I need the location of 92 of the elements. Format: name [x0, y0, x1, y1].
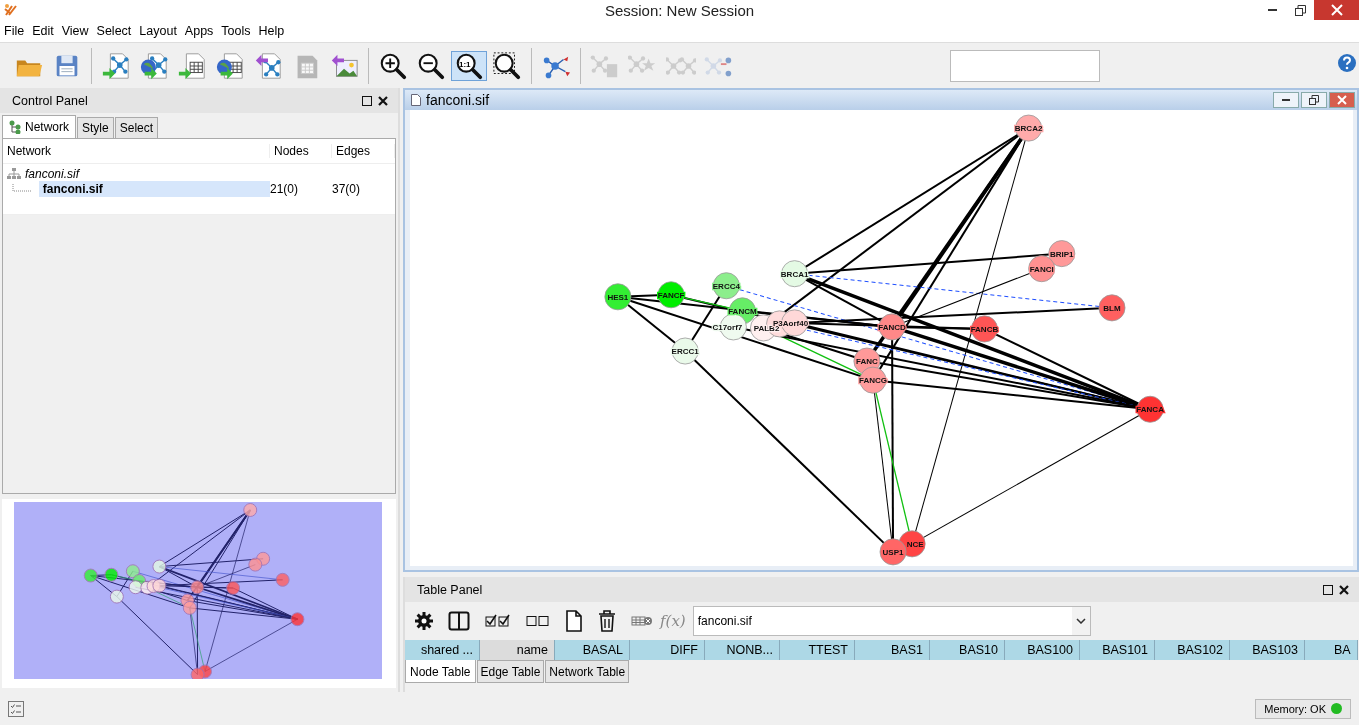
minimize-icon	[1282, 99, 1290, 101]
network-overview-drawing[interactable]	[14, 502, 382, 679]
network-dropdown[interactable]: fanconi.sif	[692, 606, 1091, 636]
column-header[interactable]: Nodes	[270, 144, 332, 158]
column-header[interactable]: name	[480, 640, 555, 660]
app-icon	[4, 3, 18, 17]
maximize-icon[interactable]	[1323, 584, 1333, 595]
panel-tab[interactable]: Network	[2, 115, 76, 138]
node-label: FANCG	[858, 376, 887, 386]
column-header[interactable]: BAS103	[1230, 640, 1305, 660]
node-label: ERCC1	[671, 347, 699, 357]
menu-item[interactable]: View	[57, 24, 93, 38]
node-label: NCE	[906, 539, 924, 549]
edge-count: 37(0)	[332, 182, 361, 196]
node-label: FANCI	[1029, 264, 1054, 274]
search-field[interactable]	[950, 49, 1100, 82]
column-header[interactable]: Edges	[332, 144, 395, 158]
panel-tab[interactable]: Style	[77, 117, 114, 138]
split-panel-icon[interactable]	[448, 611, 470, 631]
column-header[interactable]: DIFF	[630, 640, 705, 660]
menu-item[interactable]: Help	[254, 24, 289, 38]
column-header[interactable]: BAS100	[1005, 640, 1080, 660]
node-label: BRCA2	[1014, 124, 1043, 134]
column-header[interactable]: BAS102	[1155, 640, 1230, 660]
close-icon[interactable]	[1339, 584, 1349, 595]
memory-status-button[interactable]: Memory: OK	[1255, 698, 1351, 719]
restore-icon	[1294, 4, 1306, 16]
help-icon[interactable]	[1337, 53, 1357, 73]
network-window-title: fanconi.sif	[426, 92, 490, 108]
checklist-icon[interactable]	[8, 700, 24, 717]
column-header[interactable]: Network	[3, 144, 270, 158]
globe-table-icon[interactable]	[215, 50, 245, 81]
restore-button[interactable]	[1301, 92, 1327, 108]
table-tab[interactable]: Edge Table	[476, 660, 545, 683]
network-tree-icon	[9, 120, 21, 134]
network-export-icon[interactable]	[253, 50, 283, 81]
menu-item[interactable]: Tools	[217, 24, 255, 38]
node-label: BLM	[1103, 303, 1121, 313]
chevron-down-icon	[1075, 618, 1086, 624]
menu-item[interactable]: File	[0, 24, 29, 38]
node-label: HES1	[607, 292, 629, 302]
menu-item[interactable]: Layout	[135, 24, 181, 38]
panel-title: Control Panel	[12, 93, 88, 108]
menu-item[interactable]: Select	[92, 24, 136, 38]
zoom-fit-icon[interactable]	[492, 50, 522, 81]
close-icon	[1337, 95, 1347, 105]
collection-name[interactable]: fanconi.sif	[25, 167, 80, 181]
panel-tab[interactable]: Select	[114, 117, 159, 138]
network-item[interactable]: fanconi.sif	[38, 181, 270, 197]
menu-item[interactable]: Edit	[28, 24, 58, 38]
column-header[interactable]: shared ...	[405, 640, 480, 660]
network-collection-icon	[7, 168, 21, 180]
node-label: FANC	[856, 357, 878, 367]
node-label: ERCC4	[712, 281, 740, 291]
table-import-icon[interactable]	[177, 50, 207, 81]
node-label: BRCA1	[780, 269, 809, 279]
node-label: FANCF	[657, 290, 685, 300]
check-all-icon[interactable]	[485, 614, 511, 628]
window-title: Session: New Session	[604, 1, 755, 19]
table-tab[interactable]: Node Table	[405, 660, 476, 683]
minimize-button[interactable]	[1273, 92, 1299, 108]
network-import-icon[interactable]	[101, 50, 131, 81]
column-header[interactable]: TTEST	[780, 640, 855, 660]
column-header[interactable]: BAS10	[930, 640, 1005, 660]
node-label: BRIP1	[1049, 249, 1074, 259]
node-label: C17orf7	[712, 322, 743, 332]
maximize-icon[interactable]	[362, 95, 372, 106]
column-header[interactable]: BAS1	[855, 640, 930, 660]
table-delete-icon[interactable]	[631, 615, 653, 627]
column-header[interactable]: NONB...	[705, 640, 780, 660]
close-icon	[1330, 4, 1343, 16]
panel-title: Table Panel	[417, 582, 483, 597]
menu-item[interactable]: Apps	[180, 24, 218, 38]
close-button[interactable]	[1329, 92, 1355, 108]
uncheck-all-icon[interactable]	[526, 615, 550, 627]
minimize-icon	[1267, 9, 1277, 11]
close-icon[interactable]	[378, 95, 388, 106]
settings-icon[interactable]	[415, 612, 433, 630]
close-button[interactable]	[1314, 0, 1359, 20]
zoom-actual-size-button[interactable]: 1:1	[451, 50, 487, 81]
column-header[interactable]: BAS101	[1080, 640, 1155, 660]
node-label: USP1	[882, 547, 904, 557]
table-tab[interactable]: Network Table	[545, 660, 630, 683]
column-header[interactable]: BASAL	[555, 640, 630, 660]
globe-network-icon[interactable]	[139, 50, 169, 81]
column-header[interactable]: BA	[1305, 640, 1358, 660]
document-icon	[411, 94, 421, 106]
node-label: FANCB	[970, 324, 999, 334]
node-count: 21(0)	[270, 182, 299, 196]
document-icon[interactable]	[565, 610, 583, 632]
restore-icon	[1309, 95, 1319, 105]
trash-icon[interactable]	[598, 610, 616, 632]
